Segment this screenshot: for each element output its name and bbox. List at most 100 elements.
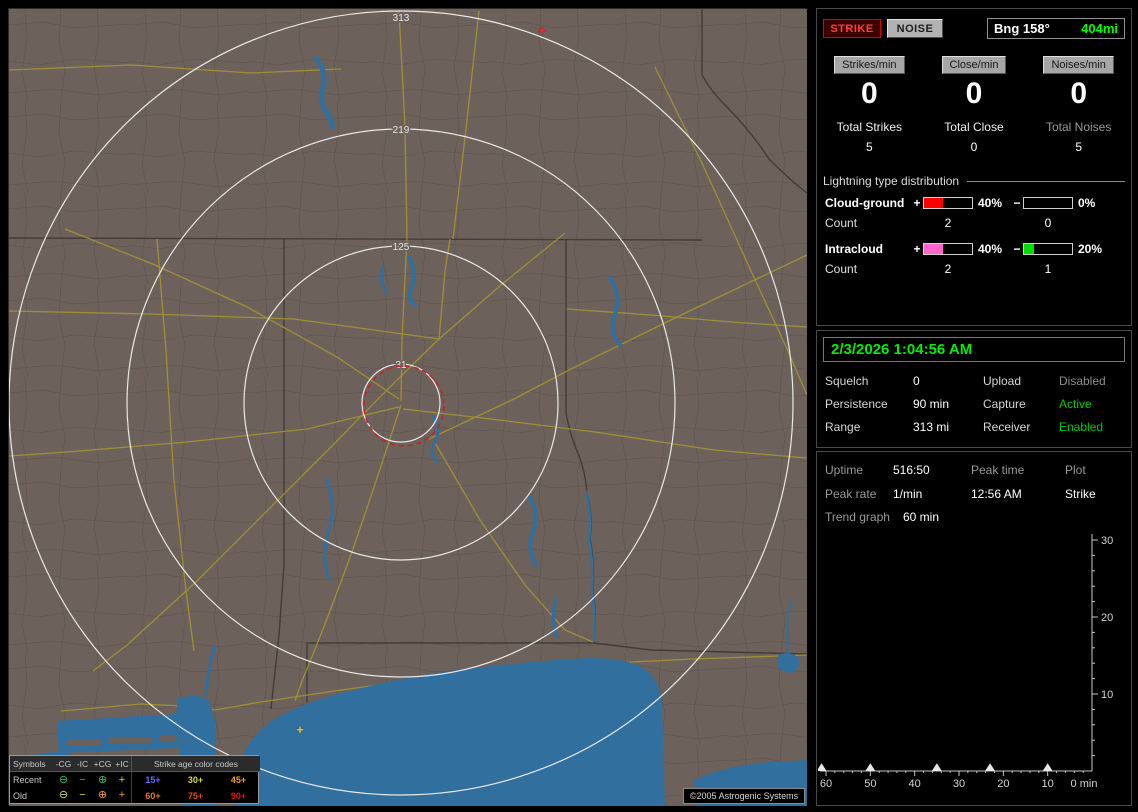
cloud-ground-row: Cloud-ground + 40% − 0% (817, 192, 1131, 212)
strikes-per-min-chip[interactable]: Strikes/min (834, 56, 905, 74)
uptime-value: 516:50 (893, 463, 930, 477)
neg-ic-icon: − (79, 789, 86, 801)
total-strikes-label: Total Strikes (836, 120, 902, 134)
legend-age-header: Strike age color codes (131, 756, 260, 772)
x-tick-label: 50 (864, 778, 876, 790)
peak-rate-value: 1/min (893, 487, 923, 501)
bearing-label: Bng 158° (994, 21, 1050, 36)
noise-button[interactable]: NOISE (887, 19, 943, 38)
receiver-status: Enabled (1059, 420, 1104, 434)
total-close-value: 0 (970, 140, 978, 154)
neg-count: 0 (1044, 216, 1052, 230)
type-name: Intracloud (825, 242, 884, 256)
sidebar: STRIKE NOISE Bng 158° 404mi Strikes/min … (816, 0, 1132, 812)
trend-spike (865, 763, 876, 771)
datetime-display: 2/3/2026 1:04:56 AM (823, 337, 1125, 362)
ring-label-313: 313 (393, 13, 410, 24)
pos-count: 2 (944, 262, 952, 276)
neg-count: 1 (1044, 262, 1052, 276)
neg-percentage-bar (1023, 243, 1073, 255)
pos-cg-icon: ⊕ (97, 789, 108, 801)
neg-percentage-bar (1023, 197, 1073, 209)
bar-fill (1024, 244, 1034, 254)
pos-percentage-bar (923, 243, 973, 255)
age-code: 90+ (230, 790, 247, 801)
cloud-ground-count-row: Count 2 0 (817, 212, 1131, 232)
range-value: 313 mi (913, 420, 950, 434)
count-label: Count (825, 216, 858, 230)
pos-percentage: 40% (978, 242, 1003, 256)
legend-type-header: -CG (54, 756, 73, 772)
y-tick-label: 20 (1101, 612, 1113, 624)
trend-graph-label: Trend graph (825, 510, 890, 524)
total-noises-value: 5 (1075, 140, 1082, 154)
strikes-per-min-value: 0 (860, 77, 878, 110)
close-per-min-chip[interactable]: Close/min (941, 56, 1007, 74)
count-label: Count (825, 262, 858, 276)
legend-row-label: Old (13, 790, 28, 801)
squelch-label: Squelch (825, 374, 869, 388)
minus-sign: − (1013, 196, 1021, 210)
close-counter: Close/min 0 Total Close 0 (922, 55, 1027, 154)
plot-value: Strike (1065, 487, 1096, 501)
trend-window-value: 60 min (903, 510, 940, 524)
noises-per-min-chip[interactable]: Noises/min (1043, 56, 1114, 74)
strike-symbol: + (538, 23, 546, 38)
status-panel: 2/3/2026 1:04:56 AM Squelch 0 Upload Dis… (816, 330, 1132, 448)
persistence-value: 90 min (913, 397, 950, 411)
peak-time-label: Peak time (971, 463, 1025, 477)
total-noises-label: Total Noises (1045, 120, 1112, 134)
range-label: Range (825, 420, 861, 434)
close-per-min-value: 0 (965, 77, 983, 110)
type-name: Cloud-ground (825, 196, 905, 210)
y-tick-label: 10 (1101, 689, 1113, 701)
distribution-title-row: Lightning type distribution (823, 174, 1125, 188)
upload-status: Disabled (1059, 374, 1106, 388)
pos-count: 2 (944, 216, 952, 230)
persistence-label: Persistence (825, 397, 888, 411)
trend-spike (1042, 763, 1053, 771)
plot-label: Plot (1065, 463, 1086, 477)
bearing-value: 404mi (1081, 21, 1118, 36)
minus-sign: − (1013, 242, 1021, 256)
pos-ic-icon: + (118, 789, 126, 801)
peak-time-value: 12:56 AM (971, 487, 1022, 501)
x-tick-label: 60 (820, 778, 832, 790)
receiver-label: Receiver (983, 420, 1031, 434)
trend-spike (818, 763, 827, 771)
neg-percentage: 0% (1078, 196, 1096, 210)
pos-percentage: 40% (978, 196, 1003, 210)
legend-symbols-header: Symbols (10, 756, 54, 772)
strikes-counter: Strikes/min 0 Total Strikes 5 (817, 55, 922, 154)
neg-cg-icon: ⊖ (58, 773, 69, 786)
trend-graph: 10 20 30 60 50 40 30 20 10 0 min (818, 534, 1113, 790)
pos-ic-icon: + (118, 773, 126, 786)
legend-type-header: +IC (113, 756, 131, 772)
ring-label-125: 125 (393, 242, 410, 253)
neg-cg-icon: ⊖ (58, 789, 69, 801)
legend-row-label: Recent (13, 775, 42, 785)
y-tick-label: 30 (1101, 535, 1113, 547)
upload-label: Upload (983, 374, 1022, 388)
age-code: 75+ (187, 790, 204, 801)
trend-spike (931, 763, 942, 771)
map-canvas[interactable]: 313 219 125 31 ++ (9, 9, 807, 806)
legend-type-header: -IC (73, 756, 92, 772)
copyright-notice: ©2005 Astrogenic Systems (683, 788, 805, 804)
x-tick-label: 20 (997, 778, 1009, 790)
strike-button[interactable]: STRIKE (823, 19, 881, 38)
strike-symbol: + (296, 722, 304, 737)
age-code: 15+ (131, 772, 174, 788)
x-tick-label: 30 (953, 778, 965, 790)
total-close-label: Total Close (944, 120, 1004, 134)
capture-label: Capture (983, 397, 1026, 411)
age-code: 45+ (230, 775, 247, 785)
age-code: 30+ (187, 775, 204, 785)
age-code: 60+ (131, 788, 174, 803)
bar-fill (924, 244, 944, 254)
noises-counter: Noises/min 0 Total Noises 5 (1026, 55, 1131, 154)
counters-panel: STRIKE NOISE Bng 158° 404mi Strikes/min … (816, 8, 1132, 326)
intracloud-row: Intracloud + 40% − 20% (817, 238, 1131, 258)
bar-fill (924, 198, 944, 208)
capture-status: Active (1059, 397, 1092, 411)
